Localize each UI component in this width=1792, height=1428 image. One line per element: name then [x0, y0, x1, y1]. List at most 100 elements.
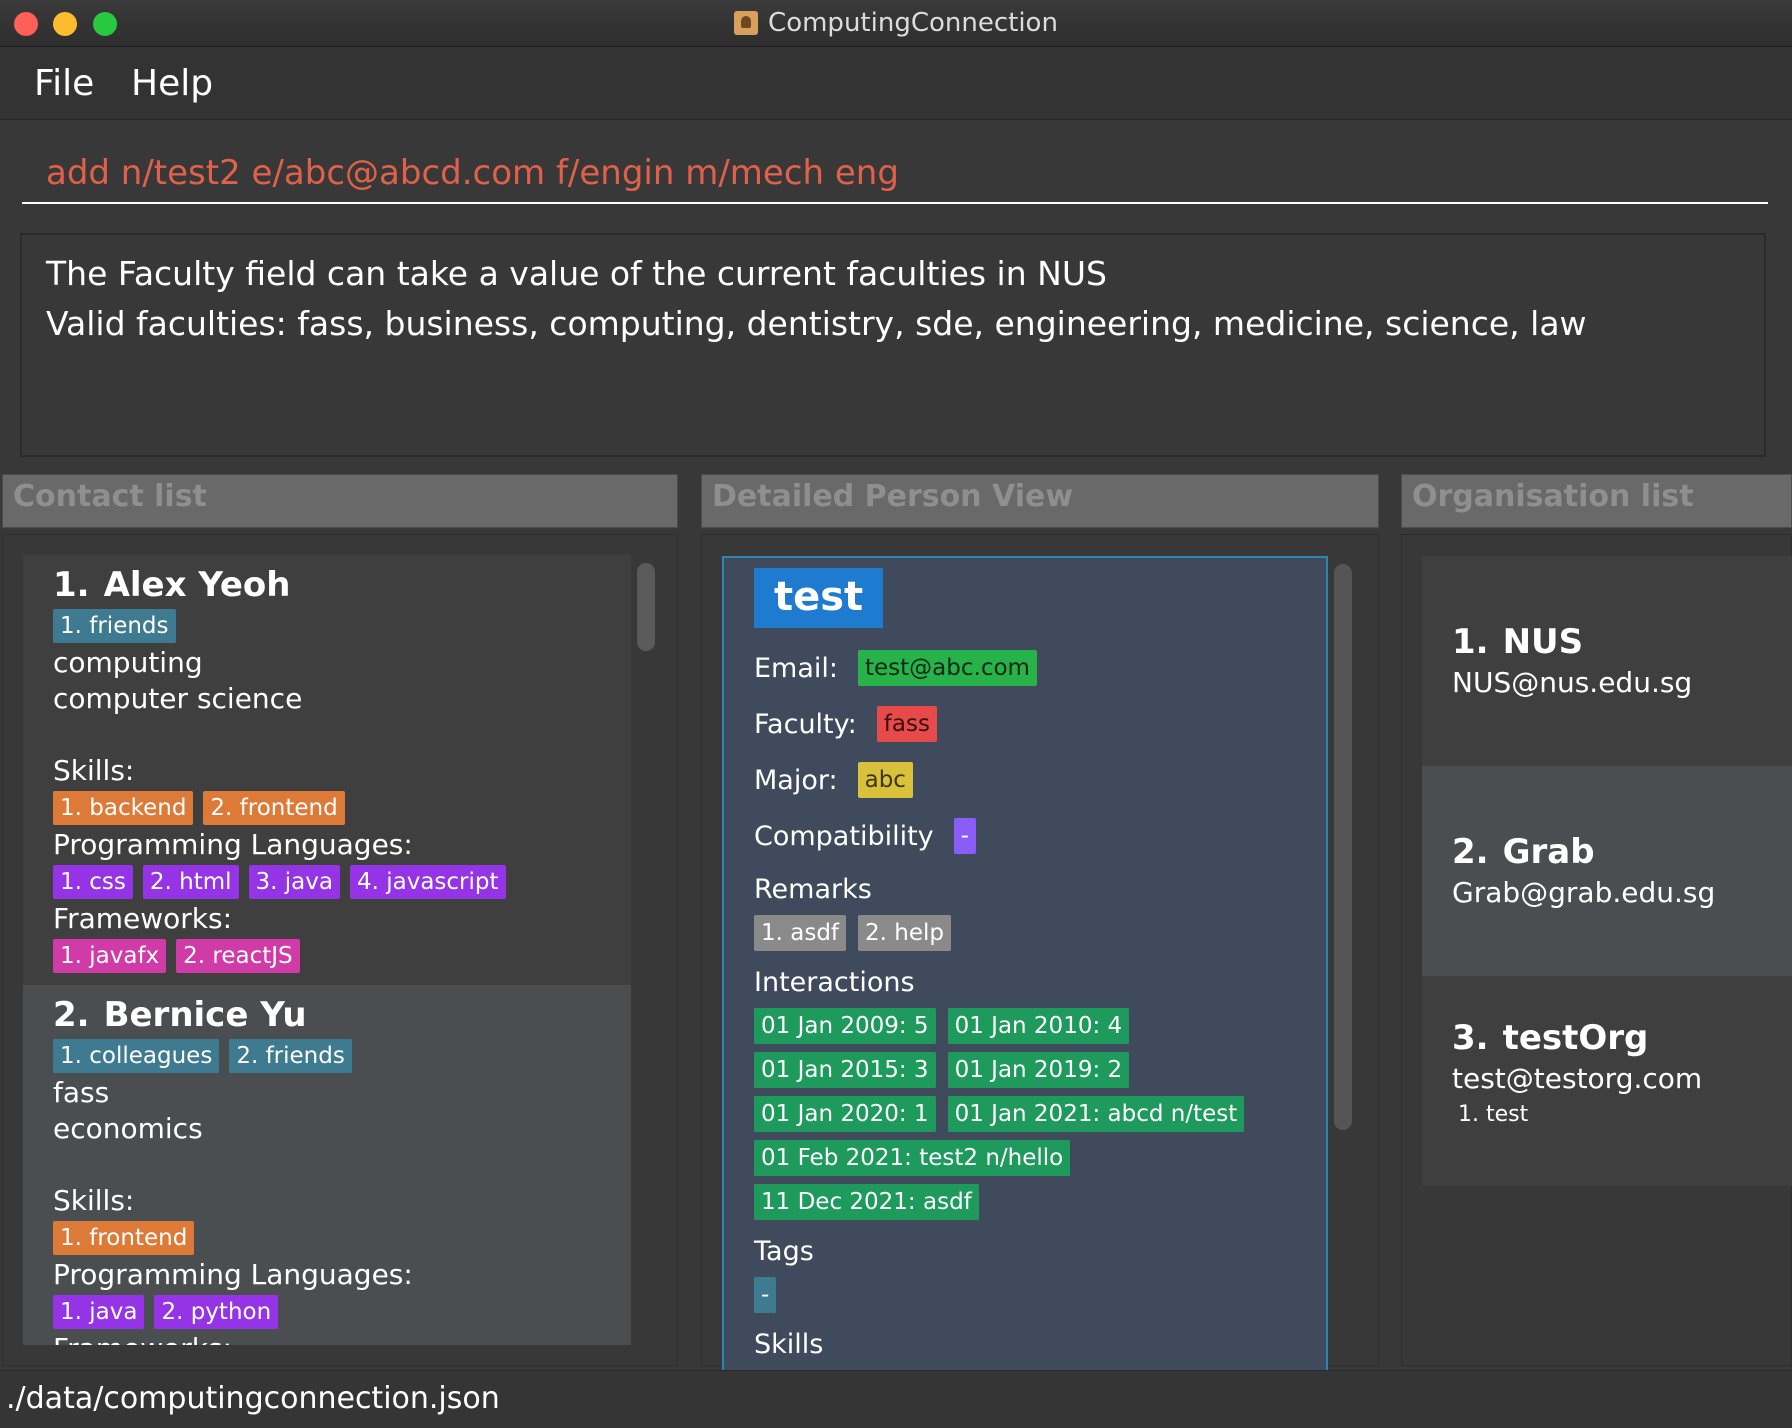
languages-label: Programming Languages:: [53, 1258, 413, 1291]
interaction-chip: 01 Jan 2009: 5: [754, 1008, 936, 1044]
interaction-chip: 11 Dec 2021: asdf: [754, 1184, 979, 1220]
organisation-card[interactable]: 2. Grab Grab@grab.edu.sg: [1422, 766, 1792, 976]
organisation-card[interactable]: 3. testOrg test@testorg.com 1. test: [1422, 976, 1792, 1186]
contact-languages: 1. java 2. python: [53, 1295, 601, 1329]
contact-faculty: computing: [53, 646, 203, 679]
tag-chip: 1. friends: [53, 609, 176, 643]
skills-label: Skills: [754, 1329, 824, 1360]
skill-chip: 1. frontend: [53, 1221, 195, 1255]
language-chip: 4. javascript: [349, 865, 506, 899]
title-bar: ComputingConnection: [0, 0, 1792, 47]
contact-major: economics: [53, 1112, 203, 1145]
interaction-chip: 01 Jan 2020: 1: [754, 1096, 936, 1132]
save-file-path: ./data/computingconnection.json: [6, 1381, 500, 1416]
frameworks-label: Frameworks:: [53, 1331, 601, 1345]
languages-label: Programming Languages:: [53, 828, 413, 861]
organisation-email: Grab@grab.edu.sg: [1452, 876, 1716, 909]
organisation-index: 2.: [1452, 832, 1489, 872]
contact-major: computer science: [53, 682, 303, 715]
contact-card[interactable]: 1. Alex Yeoh 1. friends computing compute…: [23, 555, 631, 985]
contact-name: Alex Yeoh: [103, 565, 291, 605]
command-box: [0, 120, 1792, 220]
remarks-list: 1. asdf 2. help: [754, 915, 1296, 951]
tag-chip: -: [754, 1277, 777, 1313]
contact-list-header: Contact list: [2, 474, 678, 528]
window-title: ComputingConnection: [768, 8, 1058, 38]
app-icon: [734, 11, 759, 35]
interaction-chip: 01 Jan 2021: abcd n/test: [947, 1096, 1245, 1132]
email-chip: test@abc.com: [858, 650, 1037, 686]
faculty-chip: fass: [876, 706, 937, 742]
detail-view-header: Detailed Person View: [701, 474, 1379, 528]
detail-person-card: test Email: test@abc.com Faculty: fass M…: [722, 556, 1328, 1376]
result-display: The Faculty field can take a value of th…: [20, 233, 1766, 457]
contact-index: 1.: [53, 565, 90, 605]
skills-label: Skills:: [53, 1184, 135, 1217]
framework-chip: 1. javafx: [53, 939, 167, 973]
detail-name: test: [754, 568, 884, 628]
contact-index: 2.: [53, 995, 90, 1035]
organisation-email: NUS@nus.edu.sg: [1452, 666, 1693, 699]
tags-label: Tags: [754, 1236, 814, 1267]
organisation-list[interactable]: 1. NUS NUS@nus.edu.sg 2. Grab Grab@grab.ed…: [1422, 556, 1792, 1186]
contact-list[interactable]: 1. Alex Yeoh 1. friends computing compute…: [23, 555, 631, 1345]
contact-faculty: fass: [53, 1076, 110, 1109]
tags-list: -: [754, 1277, 1296, 1313]
remarks-label: Remarks: [754, 874, 872, 905]
command-input[interactable]: [22, 144, 1768, 204]
language-chip: 1. css: [53, 865, 133, 899]
organisation-name: NUS: [1502, 622, 1584, 662]
contact-tags: 1. colleagues 2. friends: [53, 1039, 601, 1073]
contact-card[interactable]: 2. Bernice Yu 1. colleagues 2. friends fa…: [23, 985, 631, 1345]
faculty-label: Faculty:: [754, 708, 857, 740]
language-chip: 1. java: [53, 1295, 145, 1329]
menu-help[interactable]: Help: [131, 63, 213, 104]
contact-frameworks: 1. javafx 2. reactJS: [53, 939, 601, 973]
major-chip: abc: [857, 762, 913, 798]
remark-chip: 1. asdf: [754, 915, 847, 951]
organisation-member: 1. test: [1458, 1102, 1529, 1127]
organisation-card[interactable]: 1. NUS NUS@nus.edu.sg: [1422, 556, 1792, 766]
contact-skills: 1. backend 2. frontend: [53, 791, 601, 825]
skills-label: Skills:: [53, 754, 135, 787]
major-label: Major:: [754, 764, 838, 796]
contact-list-panel: 1. Alex Yeoh 1. friends computing compute…: [2, 534, 678, 1366]
skill-chip: 1. backend: [53, 791, 194, 825]
skill-chip: 2. frontend: [203, 791, 345, 825]
detail-view-scrollbar[interactable]: [1334, 564, 1352, 1130]
organisation-name: Grab: [1502, 832, 1595, 872]
menu-bar: File Help: [0, 47, 1792, 120]
interaction-chip: 01 Jan 2010: 4: [947, 1008, 1130, 1044]
result-line: The Faculty field can take a value of th…: [46, 254, 1107, 293]
language-chip: 2. python: [154, 1295, 279, 1329]
result-line: Valid faculties: fass, business, computi…: [46, 304, 1587, 343]
remark-chip: 2. help: [858, 915, 952, 951]
frameworks-label: Frameworks:: [53, 902, 233, 935]
interaction-chip: 01 Jan 2019: 2: [947, 1052, 1130, 1088]
tag-chip: 1. colleagues: [53, 1039, 220, 1073]
interaction-chip: 01 Jan 2015: 3: [754, 1052, 936, 1088]
status-bar: ./data/computingconnection.json: [0, 1370, 1792, 1428]
organisation-list-header: Organisation list: [1401, 474, 1792, 528]
email-label: Email:: [754, 652, 839, 684]
organisation-index: 3.: [1452, 1018, 1489, 1058]
contact-languages: 1. css 2. html 3. java 4. javascript: [53, 865, 601, 899]
compatibility-chip: -: [953, 818, 976, 854]
compatibility-label: Compatibility: [754, 820, 934, 852]
language-chip: 3. java: [248, 865, 340, 899]
contact-skills: 1. frontend: [53, 1221, 601, 1255]
contact-name: Bernice Yu: [103, 995, 307, 1035]
organisation-name: testOrg: [1502, 1018, 1649, 1058]
organisation-email: test@testorg.com: [1452, 1062, 1703, 1095]
menu-file[interactable]: File: [34, 63, 94, 104]
framework-chip: 2. reactJS: [176, 939, 300, 973]
interactions-list: 01 Jan 2009: 5 01 Jan 2010: 4 01 Jan 201…: [754, 1008, 1296, 1220]
contact-tags: 1. friends: [53, 609, 601, 643]
organisation-index: 1.: [1452, 622, 1489, 662]
app-window: ComputingConnection File Help The Facult…: [0, 0, 1792, 1428]
tag-chip: 2. friends: [229, 1039, 352, 1073]
language-chip: 2. html: [142, 865, 239, 899]
contact-list-scrollbar[interactable]: [637, 563, 655, 651]
interaction-chip: 01 Feb 2021: test2 n/hello: [754, 1140, 1071, 1176]
interactions-label: Interactions: [754, 967, 915, 998]
